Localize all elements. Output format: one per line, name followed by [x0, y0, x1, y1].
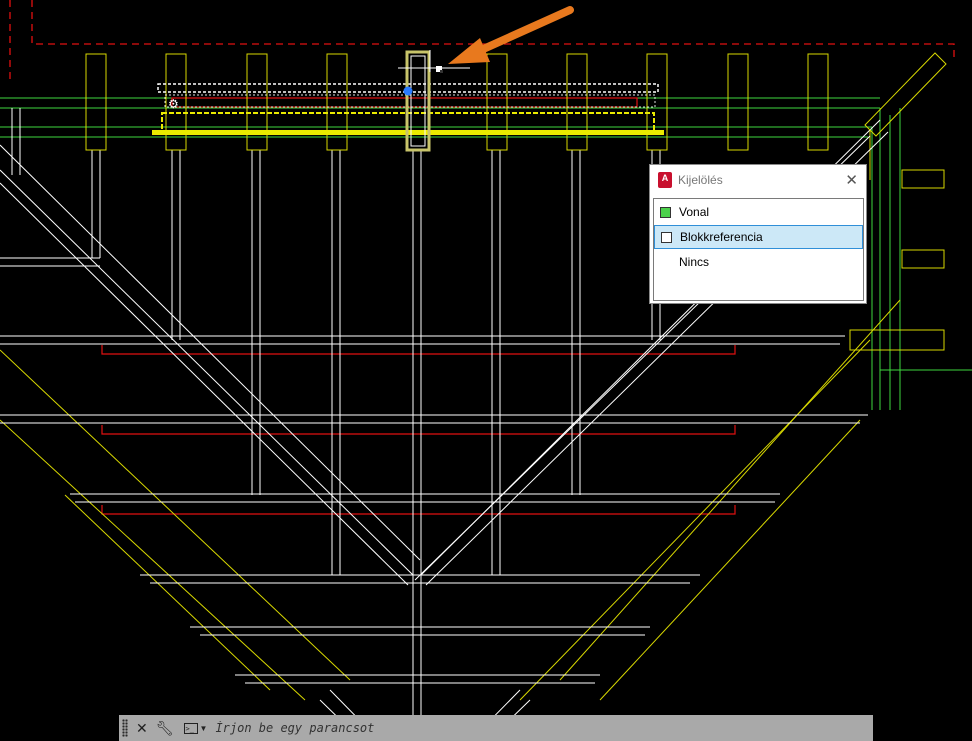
selection-list: Vonal Blokkreferencia Nincs: [653, 198, 864, 301]
prompt-box-icon: >_: [183, 722, 198, 734]
selection-item-vonal[interactable]: Vonal: [654, 200, 863, 224]
white-swatch-icon: [661, 231, 672, 243]
red-dashed-boundary: [9, 0, 955, 80]
selection-item-nincs[interactable]: Nincs: [654, 250, 863, 274]
red-rails: [101, 97, 736, 515]
selection-popup: A Kijelölés ✕ Vonal Blokkreferencia Ninc…: [649, 164, 867, 304]
close-icon[interactable]: ✕: [136, 720, 148, 737]
green-swatch-icon: [660, 206, 671, 218]
popup-title-bar: A Kijelölés ✕: [650, 165, 866, 195]
selection-item-label: Blokkreferencia: [680, 230, 763, 244]
cad-drawing-canvas[interactable]: ⚙: [0, 0, 972, 741]
popup-title: Kijelölés: [678, 173, 723, 187]
wrench-icon[interactable]: 🔧︎: [156, 720, 174, 737]
command-line-bar: ✕ 🔧︎ >_ ▼: [119, 715, 873, 741]
selection-item-label: Vonal: [679, 205, 710, 219]
svg-text:⚙: ⚙: [168, 97, 179, 111]
command-prompt-icon[interactable]: >_ ▼: [183, 722, 208, 734]
selection-item-blokkreferencia[interactable]: Blokkreferencia: [654, 225, 863, 249]
command-input[interactable]: [213, 720, 818, 736]
autocad-a-icon: A: [658, 172, 672, 188]
drag-grip-icon[interactable]: [122, 719, 128, 737]
close-x-icon[interactable]: ✕: [845, 171, 858, 189]
caret-down-icon: ▼: [199, 723, 208, 733]
selection-item-label: Nincs: [679, 255, 710, 269]
orange-arrow: [448, 6, 574, 64]
